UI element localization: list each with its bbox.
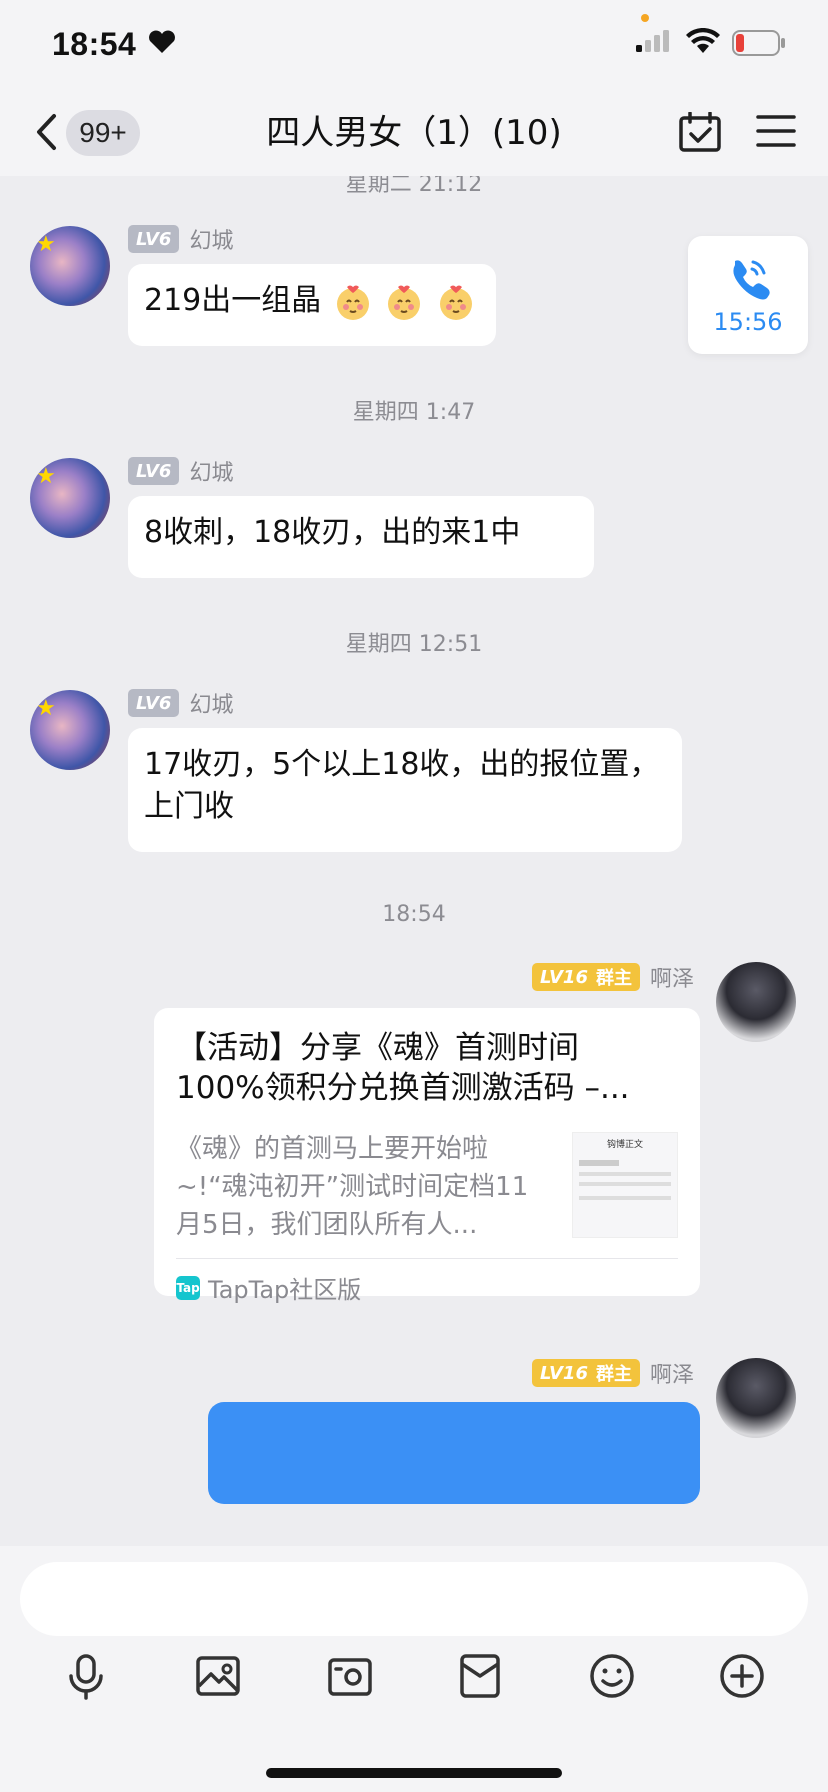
source-label: TapTap社区版 (208, 1276, 362, 1304)
star-icon: ★ (36, 696, 56, 721)
thumbnail-line (579, 1172, 671, 1176)
level-badge: LV6 (128, 225, 180, 253)
thumbnail-title: 钩博正文 (606, 1140, 643, 1150)
wifi-icon (686, 28, 720, 53)
unread-count-badge[interactable]: 99+ (66, 110, 140, 156)
call-duration: 15:56 (713, 308, 783, 336)
sender-name[interactable]: 幻城 (189, 223, 233, 255)
home-indicator[interactable] (266, 1768, 562, 1778)
sender-row: LV16 群主 啊泽 (532, 962, 694, 992)
thumbnail-line (579, 1182, 671, 1186)
level-badge: LV6 (128, 457, 180, 485)
shy-face-emoji-icon (439, 285, 472, 320)
sender-row: LV16 群主 啊泽 (532, 1358, 694, 1388)
taptap-logo-icon: Tap (176, 1275, 200, 1300)
status-bar: 18:54 (0, 0, 828, 92)
status-time: 18:54 (52, 26, 137, 62)
calendar-check-icon[interactable] (678, 112, 722, 152)
back-chevron-icon[interactable] (34, 112, 58, 152)
group-owner-tag: 群主 (595, 1364, 632, 1385)
battery-low-icon (732, 30, 785, 56)
group-owner-tag: 群主 (595, 968, 632, 989)
sender-name[interactable]: 幻城 (189, 687, 233, 719)
avatar[interactable]: ★ (30, 226, 110, 306)
plus-icon[interactable] (714, 1648, 770, 1704)
message-bubble[interactable]: 219出一组晶 (128, 264, 496, 346)
message-bubble[interactable]: 8收刺，18收刃，出的来1中 (128, 496, 594, 578)
avatar[interactable]: ★ (30, 690, 110, 770)
red-packet-icon[interactable] (452, 1648, 508, 1704)
level-badge: LV16 群主 (532, 1359, 640, 1387)
phone-icon (733, 260, 770, 300)
styled-message-bubble[interactable] (208, 1402, 700, 1504)
image-icon[interactable] (190, 1648, 246, 1704)
timestamp-divider: 星期四 12:51 (345, 632, 483, 657)
thumbnail-line (579, 1160, 619, 1166)
avatar[interactable] (716, 1358, 796, 1438)
cellular-signal-icon (636, 30, 669, 52)
timestamp-divider: 星期二 21:12 (345, 176, 483, 197)
share-thumbnail: 钩博正文 (572, 1132, 678, 1238)
message-text: 219出一组晶 (144, 283, 322, 318)
thumbnail-line (579, 1196, 671, 1200)
sender-name[interactable]: 啊泽 (650, 1357, 694, 1389)
star-icon: ★ (36, 464, 56, 489)
microphone-icon[interactable] (58, 1648, 114, 1704)
share-title-line1: 【活动】分享《魂》首测时间 (176, 1030, 579, 1066)
emoji-icon[interactable] (584, 1648, 640, 1704)
message-text: 8收刺，18收刃，出的来1中 (144, 515, 521, 550)
star-icon: ★ (36, 232, 56, 257)
share-title-line2: 100%领积分兑换首测激活码 –... (176, 1070, 630, 1106)
heart-icon (149, 30, 175, 53)
level-text: LV16 (540, 1362, 588, 1384)
avatar[interactable] (716, 962, 796, 1042)
privacy-indicator-dot (641, 14, 649, 22)
sender-row: LV6 幻城 (128, 224, 233, 254)
avatar[interactable]: ★ (30, 458, 110, 538)
share-source: Tap TapTap社区版 (176, 1270, 361, 1305)
message-bubble[interactable]: 17收刃，5个以上18收，出的报位置，上门收 (128, 728, 682, 852)
sender-name[interactable]: 幻城 (189, 455, 233, 487)
timestamp-divider: 18:54 (382, 902, 446, 927)
chat-title: 四人男女（1）(10) (266, 113, 562, 153)
voice-call-card[interactable]: 15:56 (688, 236, 808, 354)
level-badge: LV6 (128, 689, 180, 717)
chat-header: 99+ 四人男女（1）(10) (0, 92, 828, 176)
sender-row: LV6 幻城 (128, 456, 233, 486)
message-input[interactable] (20, 1562, 808, 1636)
composer (0, 1546, 828, 1792)
share-description: 《魂》的首测马上要开始啦~!“魂沌初开”测试时间定档11月5日，我们团队所有人.… (176, 1134, 529, 1240)
camera-icon[interactable] (322, 1648, 378, 1704)
divider (176, 1258, 678, 1259)
timestamp-divider: 星期四 1:47 (352, 400, 476, 425)
menu-icon[interactable] (756, 114, 796, 148)
level-badge: LV16 群主 (532, 963, 640, 991)
shared-link-card[interactable]: 【活动】分享《魂》首测时间 100%领积分兑换首测激活码 –... 《魂》的首测… (154, 1008, 700, 1304)
sender-name[interactable]: 啊泽 (650, 961, 694, 993)
message-list[interactable]: 星期二 21:12 ★ LV6 幻城 219出一组晶 15:56 星期四 1:4… (0, 176, 828, 1546)
level-text: LV16 (540, 966, 588, 988)
sender-row: LV6 幻城 (128, 688, 233, 718)
shy-face-emoji-icon (388, 285, 421, 320)
shy-face-emoji-icon (336, 285, 369, 320)
message-text: 17收刃，5个以上18收，出的报位置，上门收 (144, 747, 660, 824)
